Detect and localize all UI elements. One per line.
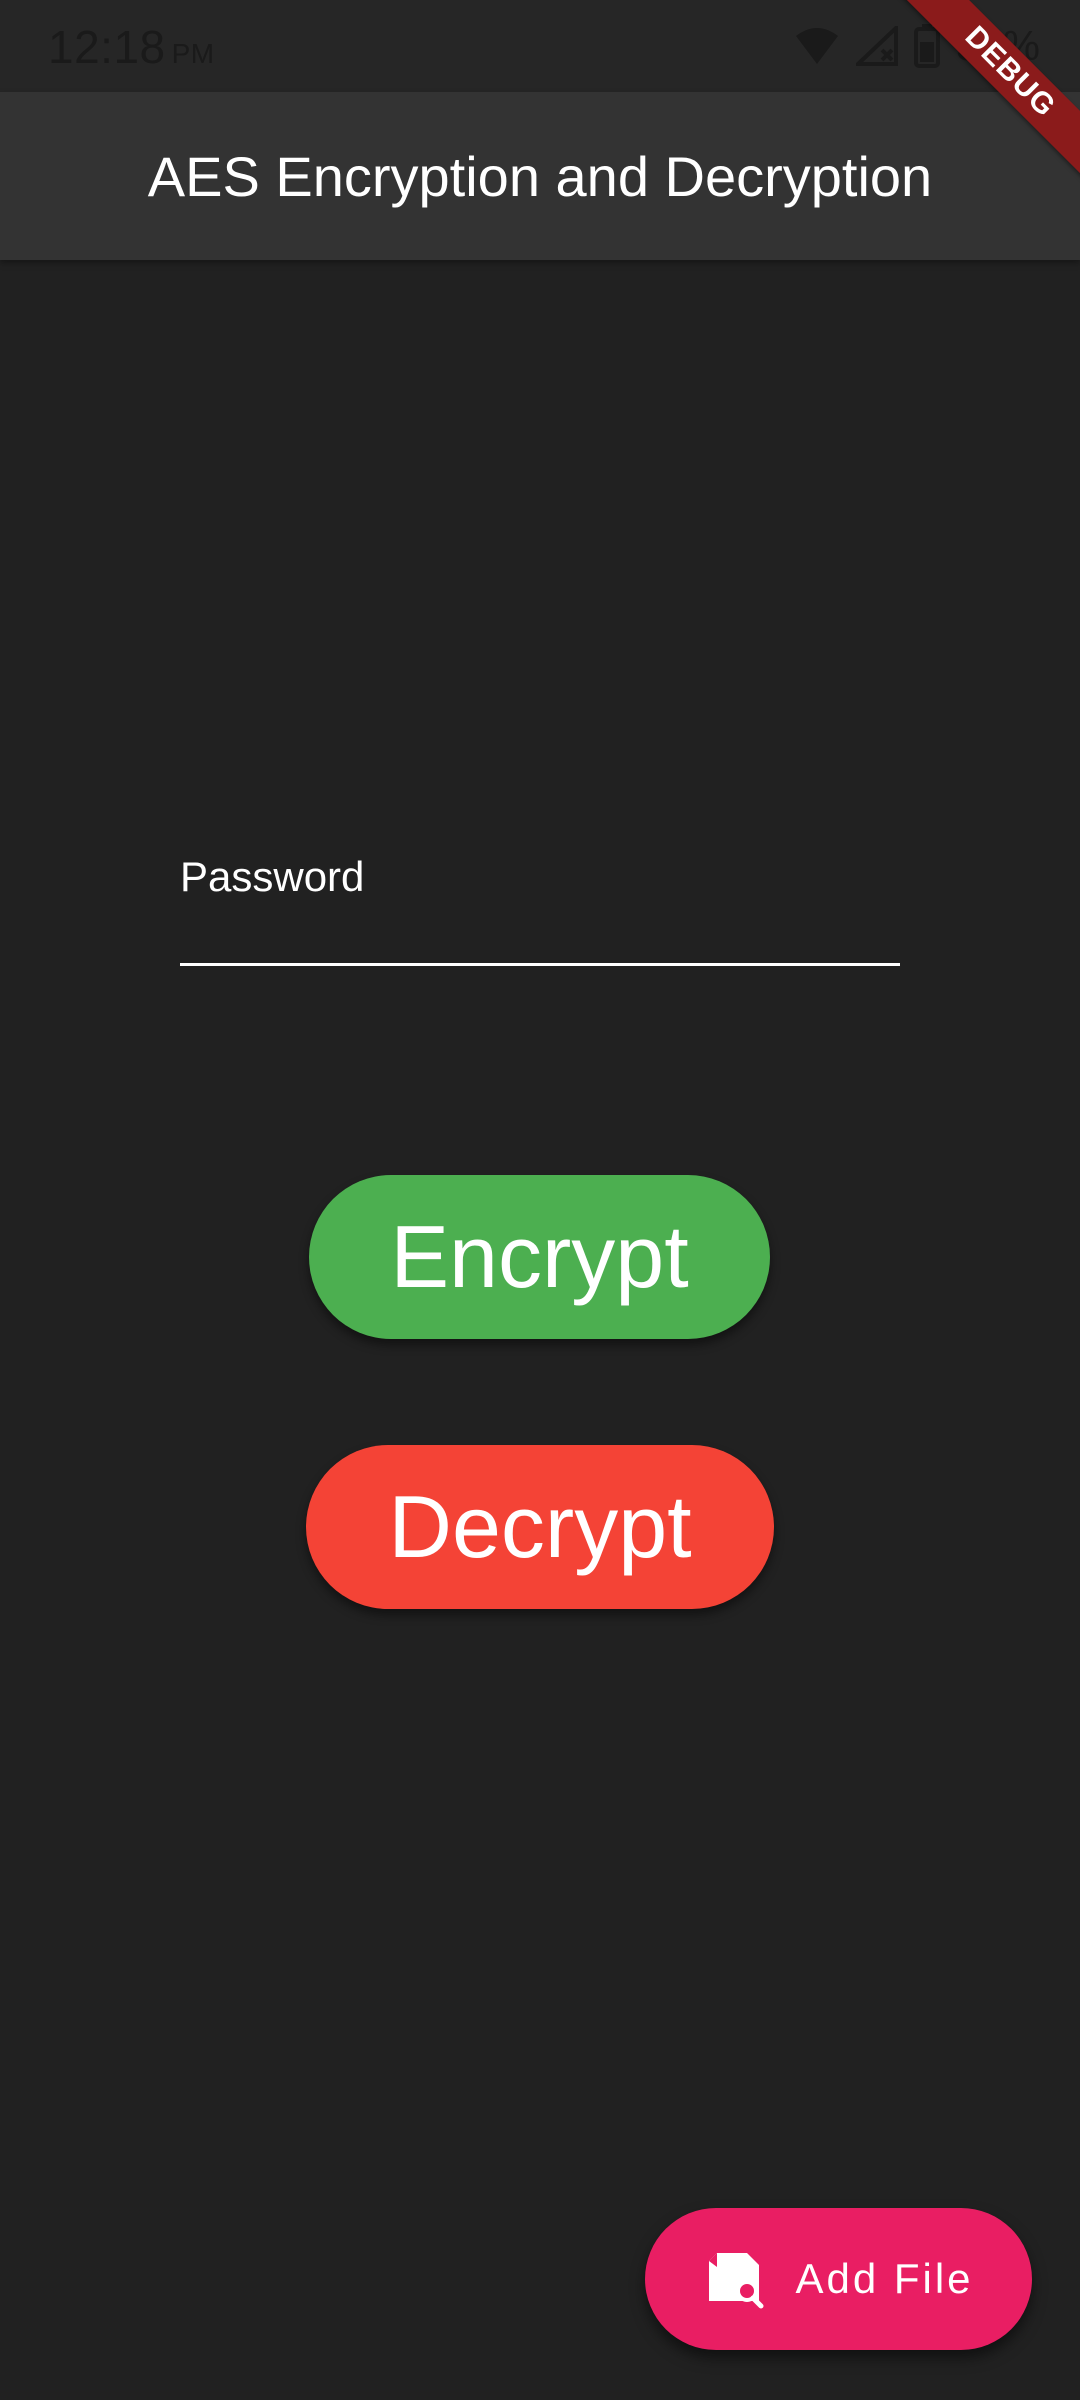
battery-icon xyxy=(913,24,940,68)
status-bar: 12:18PM 3_% xyxy=(0,0,1080,92)
password-underline xyxy=(180,963,900,966)
status-time: 12:18 PM xyxy=(48,20,215,74)
add-file-label: Add File xyxy=(795,2255,974,2302)
password-field[interactable]: Password xyxy=(180,845,904,967)
encrypt-button-label: Encrypt xyxy=(390,1207,689,1306)
cellular-no-signal-icon xyxy=(855,26,898,66)
status-time-ampm: PM xyxy=(171,38,215,69)
page-title: AES Encryption and Decryption xyxy=(147,144,933,208)
decrypt-button-label: Decrypt xyxy=(388,1477,692,1576)
status-time-value: 12:18 xyxy=(48,21,166,73)
add-file-button[interactable]: Add File xyxy=(645,2208,1032,2350)
decrypt-button[interactable]: Decrypt xyxy=(306,1445,774,1609)
wifi-icon xyxy=(794,26,840,66)
app-bar: AES Encryption and Decryption xyxy=(0,92,1080,260)
file-search-icon xyxy=(703,2249,765,2309)
password-input[interactable] xyxy=(180,905,904,967)
encrypt-button[interactable]: Encrypt xyxy=(309,1175,770,1339)
password-label: Password xyxy=(180,853,365,900)
